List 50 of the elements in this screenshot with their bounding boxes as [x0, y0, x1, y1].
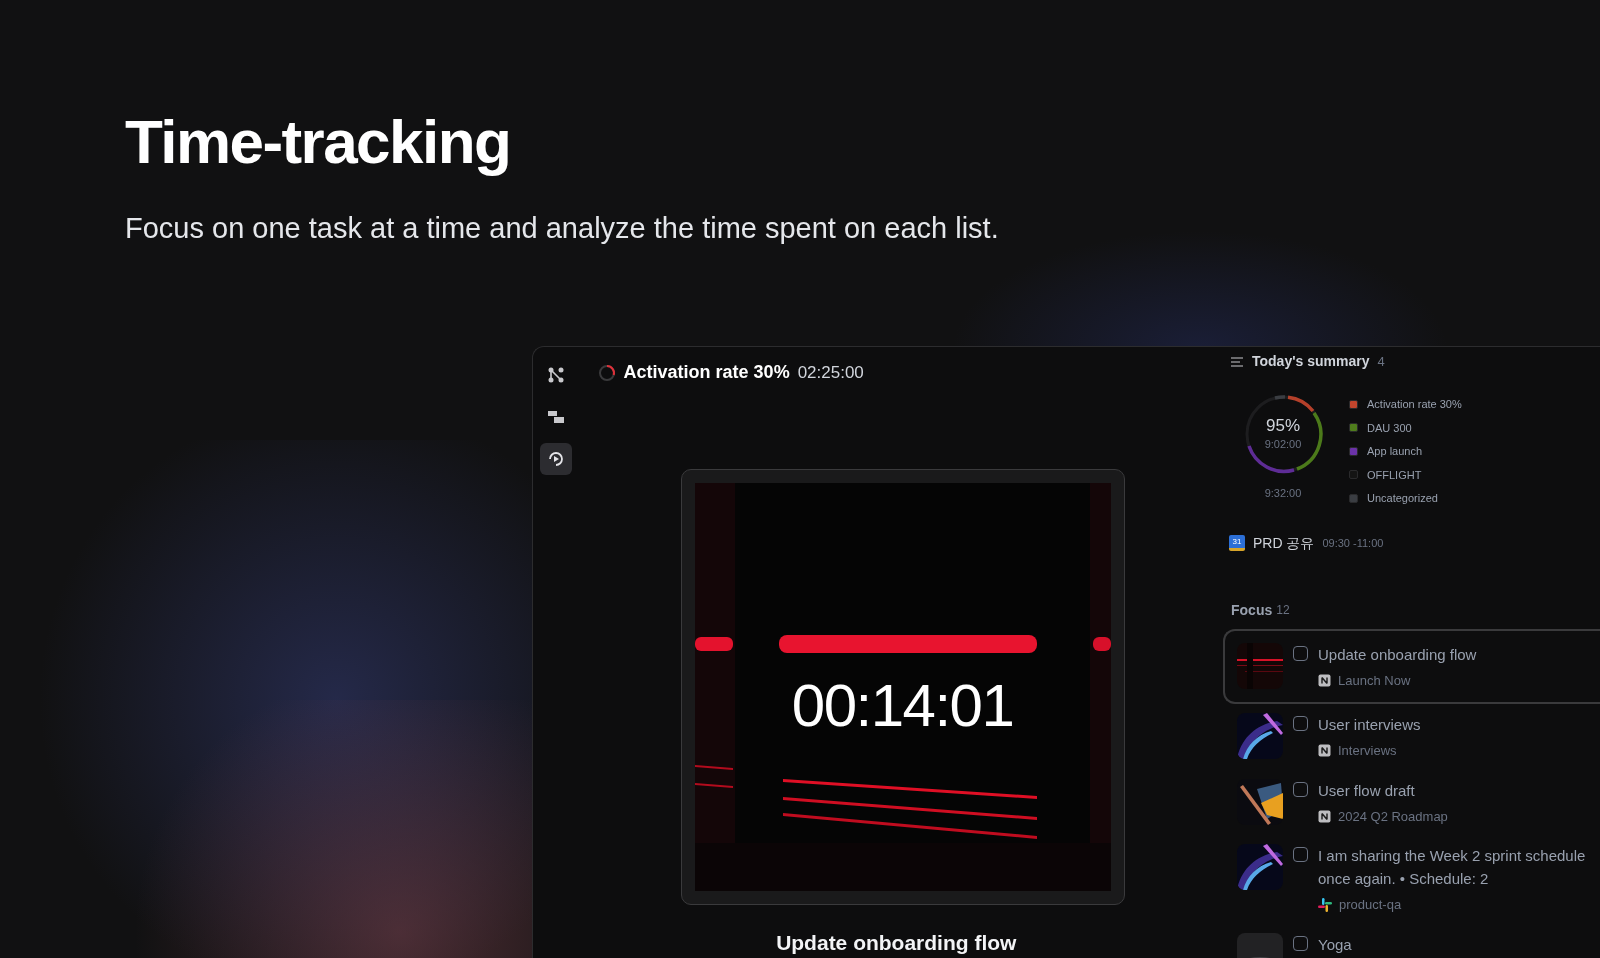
graph-icon: [547, 366, 566, 384]
percent-value: 95%: [1266, 415, 1300, 437]
focus-title: Focus: [1231, 600, 1273, 620]
checkbox[interactable]: [1293, 716, 1308, 731]
notebook-icon: [1318, 809, 1331, 823]
focus-item[interactable]: Yoga: [1223, 923, 1600, 958]
total-time: 9:32:00: [1264, 486, 1302, 501]
legend-label: Activation rate 30%: [1367, 397, 1462, 412]
event-title: PRD 공유: [1253, 533, 1315, 553]
timer-display: 00:14:01: [791, 671, 1014, 742]
checkbox[interactable]: [1293, 645, 1308, 661]
legend-label: DAU 300: [1367, 420, 1412, 436]
elapsed-time: 02:25:00: [797, 361, 864, 384]
tracked-time: 9:02:00: [1264, 437, 1302, 453]
focus-item[interactable]: I am sharing the Week 2 sprint schedule once again. • Schedule: 2 product-qa: [1223, 835, 1600, 924]
task-title: I am sharing the Week 2 sprint schedule once again. • Schedule: 2: [1318, 846, 1587, 889]
calendar-icon: 31: [1229, 535, 1245, 551]
focus-item[interactable]: User flow draft 2024 Q2 Roadmap: [1223, 769, 1600, 835]
summary-count: 4: [1377, 352, 1385, 371]
list-icon: [1231, 356, 1244, 367]
notebook-icon: [1318, 673, 1331, 687]
legend-label: OFFLIGHT: [1367, 467, 1422, 483]
focus-item[interactable]: User interviews Interviews: [1223, 704, 1600, 770]
task-title: User flow draft: [1318, 780, 1416, 801]
task-source: Interviews: [1338, 742, 1397, 760]
task-title: User interviews: [1318, 715, 1422, 735]
page-title: Time-tracking: [125, 106, 511, 178]
task-title: Update onboarding flow: [1318, 644, 1478, 665]
legend-label: Uncategorized: [1367, 491, 1438, 506]
checkbox[interactable]: [1293, 935, 1308, 951]
checkbox[interactable]: [1293, 847, 1308, 862]
focus-item[interactable]: Update onboarding flow Launch Now: [1223, 628, 1600, 704]
current-task-label: Update onboarding flow: [776, 929, 1017, 956]
checkbox[interactable]: [1293, 781, 1308, 797]
blocks-icon: [547, 408, 566, 426]
task-source: 2024 Q2 Roadmap: [1338, 807, 1448, 826]
notebook-icon: [1318, 744, 1331, 758]
progress-ring-icon: [597, 363, 616, 382]
play-timer-icon: [547, 450, 566, 468]
current-task-title: Activation rate 30%: [623, 361, 790, 385]
event-time: 09:30 -11:00: [1322, 535, 1384, 551]
task-source: product-qa: [1339, 896, 1402, 914]
play-timer-tab[interactable]: [540, 443, 573, 475]
page-subtitle: Focus on one task at a time and analyze the time spent on each list.: [125, 211, 999, 247]
task-title: Yoga: [1318, 934, 1353, 955]
legend-label: App launch: [1367, 444, 1423, 459]
hash-logo-icon: [1318, 897, 1332, 912]
summary-title: Today's summary: [1252, 352, 1370, 371]
task-source: Launch Now: [1338, 671, 1411, 690]
focus-count: 12: [1276, 602, 1290, 619]
